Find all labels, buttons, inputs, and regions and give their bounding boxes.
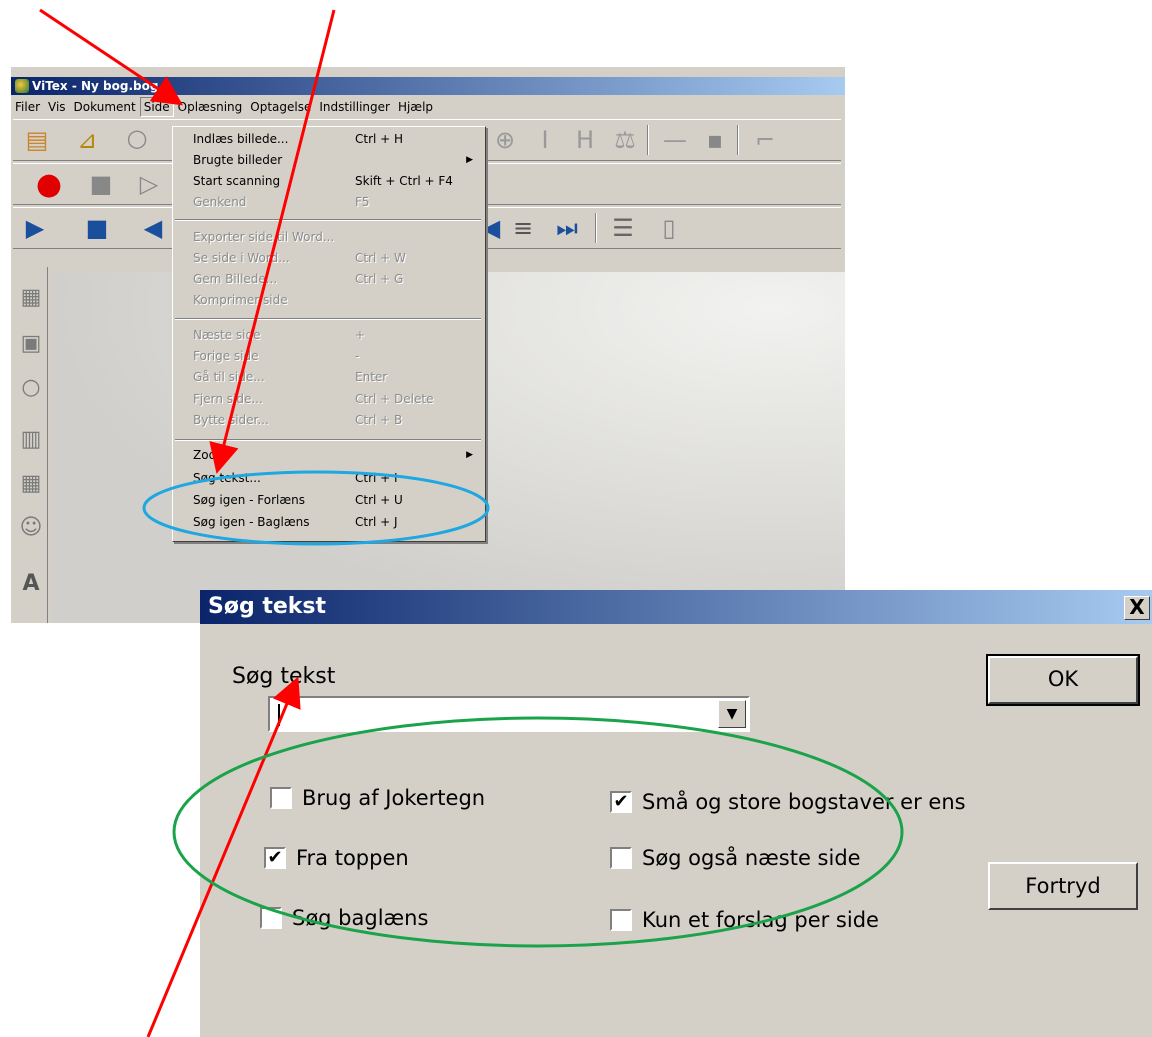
- text-a-icon[interactable]: A: [15, 567, 47, 599]
- menu-item-forige-side[interactable]: Forige side -: [173, 346, 485, 367]
- document-icon[interactable]: ▤: [21, 124, 53, 156]
- panel-icon[interactable]: ☰: [607, 212, 639, 244]
- skip-forward-icon[interactable]: ⏭: [551, 212, 583, 244]
- magnifier-icon[interactable]: ○: [15, 371, 47, 403]
- submenu-arrow-icon: ▶: [466, 450, 473, 460]
- menu-item-exporter-word[interactable]: Exporter side til Word...: [173, 227, 485, 248]
- crop-icon[interactable]: ⌐: [749, 124, 781, 156]
- window-title: ViTex - Ny bog.bog: [32, 79, 159, 93]
- checkbox-fra-toppen[interactable]: ✔ Fra toppen: [264, 846, 409, 870]
- blocks-icon[interactable]: ▪: [699, 124, 731, 156]
- menu-item-komprimer-side[interactable]: Komprimer side: [173, 290, 485, 311]
- checkbox-kun-et-forslag[interactable]: Kun et forslag per side: [610, 908, 879, 932]
- checkbox-box-checked[interactable]: ✔: [264, 847, 286, 869]
- menu-item-genkend[interactable]: Genkend F5: [173, 192, 485, 213]
- person-icon[interactable]: ☺: [15, 511, 47, 543]
- search-dialog: Søg tekst X Søg tekst ▼ OK Fortryd Brug …: [200, 590, 1152, 1037]
- menu-side[interactable]: Side: [139, 97, 174, 117]
- divide-icon[interactable]: ⊕: [489, 124, 521, 156]
- toolbar-separator: [595, 213, 597, 243]
- menu-item-soeg-igen-baglaens[interactable]: Søg igen - Baglæns Ctrl + J: [173, 512, 485, 533]
- menu-vis[interactable]: Vis: [44, 97, 70, 117]
- menu-item-brugte-billeder[interactable]: Brugte billeder ▶: [173, 150, 485, 171]
- app-icon: [15, 79, 29, 93]
- menu-indstillinger[interactable]: Indstillinger: [315, 97, 394, 117]
- page-icon[interactable]: ▯: [653, 212, 685, 244]
- menu-separator: [175, 219, 481, 221]
- menu-dokument[interactable]: Dokument: [70, 97, 140, 117]
- menu-item-indlaes-billede[interactable]: Indlæs billede... Ctrl + H: [173, 129, 485, 150]
- checkbox-soeg-baglaens[interactable]: Søg baglæns: [260, 906, 428, 930]
- menu-item-soeg-tekst[interactable]: Søg tekst... Ctrl + I: [173, 468, 485, 489]
- menu-item-se-side-word[interactable]: Se side i Word... Ctrl + W: [173, 248, 485, 269]
- menu-item-gaa-til-side[interactable]: Gå til side... Enter: [173, 367, 485, 388]
- ok-button[interactable]: OK: [986, 654, 1140, 706]
- play-icon[interactable]: ▷: [133, 168, 165, 200]
- cancel-button[interactable]: Fortryd: [988, 862, 1138, 910]
- checkbox-jokertegn[interactable]: Brug af Jokertegn: [270, 786, 485, 810]
- menu-item-gem-billede[interactable]: Gem Billede... Ctrl + G: [173, 269, 485, 290]
- play-blue-icon[interactable]: ▶: [19, 212, 51, 244]
- text-cursor: [278, 704, 280, 726]
- toolbar-separator: [737, 125, 739, 155]
- stop-blue-icon[interactable]: ■: [81, 212, 113, 244]
- checkbox-box-checked[interactable]: ✔: [610, 791, 632, 813]
- dropdown-arrow-icon[interactable]: ▼: [718, 700, 746, 728]
- checkbox-store-smaa[interactable]: ✔ Små og store bogstaver er ens: [610, 790, 966, 814]
- menu-optagelse[interactable]: Optagelse: [246, 97, 315, 117]
- dialog-titlebar: Søg tekst: [200, 590, 1152, 624]
- dialog-title: Søg tekst: [208, 594, 327, 619]
- checkbox-box[interactable]: [610, 909, 632, 931]
- magnifier-icon[interactable]: ○: [121, 122, 153, 154]
- grid-icon[interactable]: ▦: [15, 281, 47, 313]
- record-icon[interactable]: ●: [33, 167, 65, 202]
- menubar: Filer Vis Dokument Side Oplæsning Optagelse In…: [11, 97, 845, 117]
- side-toolbar: ▦ ▣ ○ ▥ ▦ ☺ A: [13, 267, 48, 623]
- rewind-icon[interactable]: ◀: [137, 212, 169, 244]
- window-titlebar: ViTex - Ny bog.bog: [11, 77, 845, 95]
- frame-icon[interactable]: ▣: [15, 327, 47, 359]
- scale-icon[interactable]: ⚖: [609, 124, 641, 156]
- search-combobox[interactable]: ▼: [268, 696, 750, 732]
- menu-separator: [175, 318, 481, 320]
- menu-item-naeste-side[interactable]: Næste side +: [173, 325, 485, 346]
- menu-item-zoom[interactable]: Zoom ▶: [173, 445, 485, 466]
- menu-item-start-scanning[interactable]: Start scanning Skift + Ctrl + F4: [173, 171, 485, 192]
- text-i-icon[interactable]: I: [529, 124, 561, 156]
- search-label: Søg tekst: [232, 664, 336, 689]
- submenu-arrow-icon: ▶: [466, 155, 473, 165]
- menu-item-fjern-side[interactable]: Fjern side... Ctrl + Delete: [173, 389, 485, 410]
- menu-hjaelp[interactable]: Hjælp: [394, 97, 437, 117]
- menu-separator: [175, 439, 481, 441]
- checkbox-box[interactable]: [260, 907, 282, 929]
- toolbar-separator: [647, 125, 649, 155]
- checkbox-naeste-side[interactable]: Søg også næste side: [610, 846, 861, 870]
- table-icon[interactable]: ▦: [15, 467, 47, 499]
- checkbox-box[interactable]: [610, 847, 632, 869]
- menu-item-soeg-igen-forlaens[interactable]: Søg igen - Forlæns Ctrl + U: [173, 490, 485, 511]
- menu-item-bytte-sider[interactable]: Bytte sider... Ctrl + B: [173, 410, 485, 431]
- lines-icon[interactable]: ≡: [507, 212, 539, 244]
- text-h-icon[interactable]: H: [569, 124, 601, 156]
- menu-oplaesning[interactable]: Oplæsning: [174, 97, 247, 117]
- line-icon[interactable]: —: [659, 124, 691, 156]
- text-page-icon[interactable]: ▥: [15, 423, 47, 455]
- checkbox-box[interactable]: [270, 787, 292, 809]
- side-menu-dropdown: Indlæs billede... Ctrl + H Brugte billede…: [172, 126, 486, 542]
- stop-icon[interactable]: ■: [85, 168, 117, 200]
- scanner-icon[interactable]: ⊿: [71, 124, 103, 156]
- close-button[interactable]: X: [1124, 596, 1150, 620]
- menu-filer[interactable]: Filer: [11, 97, 44, 117]
